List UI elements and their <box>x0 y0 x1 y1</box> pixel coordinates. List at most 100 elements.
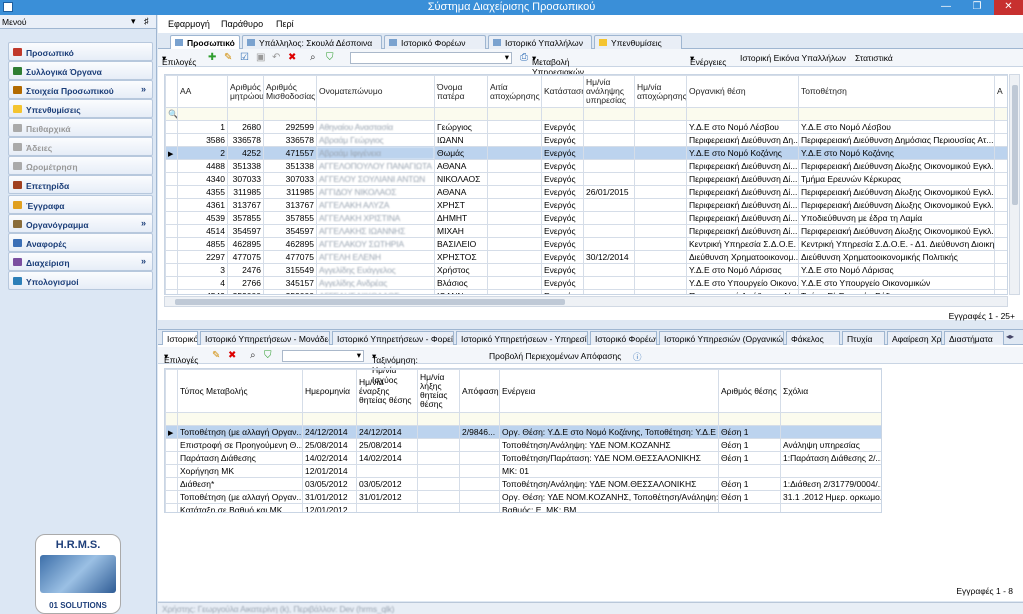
options-menu[interactable]: Επιλογές ▾ <box>162 53 196 67</box>
menu-window[interactable]: Παράθυρο <box>221 19 263 29</box>
filter-cell[interactable] <box>356 412 418 426</box>
delete-icon[interactable]: ✖ <box>228 351 238 361</box>
filter-icon[interactable]: ⛉ <box>264 351 274 361</box>
nav-discipline[interactable]: Πειθαρχικά <box>8 118 153 137</box>
row-indicator[interactable] <box>165 438 178 452</box>
column-header[interactable]: Όνομα πατέρα <box>434 75 488 108</box>
column-header[interactable]: Ημερομηνία <box>302 369 357 413</box>
nav-folder[interactable]: Έγγραφα <box>8 195 153 214</box>
filter-search-icon[interactable]: 🔍 <box>165 107 178 121</box>
column-header[interactable]: Ενέργεια <box>499 369 719 413</box>
history-tab[interactable]: Ιστορικό Φορέων <box>590 331 657 345</box>
row-indicator[interactable] <box>165 464 178 478</box>
filter-icon[interactable]: ⛉ <box>326 53 336 63</box>
actions-menu[interactable]: Ενέργειες ▾ <box>690 53 726 67</box>
column-header[interactable]: Αιτία αποχώρησης <box>487 75 542 108</box>
nav-admin[interactable]: Διαχείριση » <box>8 252 153 271</box>
table-row[interactable]: 4340 307033 307033 ΑΓΓΕΛΟΥ ΣΟΥΛΙΑΝΙ ΑΝΤΩΝ ΝΙ… <box>165 172 1007 186</box>
nav-clock[interactable]: Ωρομέτρηση <box>8 156 153 175</box>
chevron-expand-icon[interactable]: » <box>141 218 146 228</box>
filter-cell[interactable] <box>487 107 542 121</box>
history-tab[interactable]: Αφαίρεση Χρόνου <box>887 331 942 345</box>
table-row[interactable]: ▶ Τοποθέτηση (με αλλαγή Οργαν... 24/12/201… <box>165 425 881 439</box>
dropdown-icon[interactable]: ▾ <box>131 16 136 27</box>
filter-cell[interactable] <box>434 107 488 121</box>
sort-menu[interactable]: Ταξινόμηση: Ημ/νία Ισχύος ▾ <box>372 351 418 385</box>
history-tab[interactable]: Ιστορικό <box>162 331 198 345</box>
tab-employee-history[interactable]: Ιστορικό Υπαλλήλων <box>488 35 592 49</box>
column-header[interactable]: Απόφαση <box>459 369 500 413</box>
filter-cell[interactable] <box>417 412 460 426</box>
column-header[interactable]: Ημ/νία αποχώρησης <box>634 75 687 108</box>
row-indicator[interactable] <box>165 120 178 134</box>
menu-about[interactable]: Περί <box>276 19 294 29</box>
close-icon[interactable]: ✕ <box>994 0 1023 15</box>
filter-cell[interactable] <box>227 107 264 121</box>
edit-form-icon[interactable]: ☑ <box>240 53 250 63</box>
tab-employee[interactable]: Υπάλληλος: Σκουλά Δέσποινα <box>242 35 382 49</box>
row-indicator[interactable] <box>165 263 178 277</box>
filter-cell[interactable] <box>994 107 1007 121</box>
statistics-button[interactable]: Στατιστικά <box>855 53 893 63</box>
save-icon[interactable]: ▣ <box>256 53 266 63</box>
row-indicator[interactable]: ▶ <box>165 425 178 439</box>
filter-cell[interactable] <box>499 412 719 426</box>
column-header[interactable]: Ημ/νία λήξης θητείας θέσης <box>417 369 460 413</box>
table-row[interactable]: 4549359000359000ΑΓΓΕΛΗΣ ΝΙΚΟΛΑΟΣΙΩΑΝΝΕνε… <box>165 289 1007 294</box>
search-icon[interactable]: ⌕ <box>310 53 320 63</box>
table-row[interactable]: Κατάταξη σε Βαθμό και ΜΚ 12/01/2012 Βαθμός… <box>165 503 881 512</box>
filter-cell[interactable] <box>302 412 357 426</box>
show-contents-button[interactable]: Προβολή Περιεχομένων Απόφασης <box>489 351 621 361</box>
filter-cell[interactable] <box>263 107 317 121</box>
filter-cell[interactable] <box>686 107 799 121</box>
add-icon[interactable]: ✚ <box>208 53 218 63</box>
row-indicator[interactable] <box>165 490 178 504</box>
row-indicator[interactable] <box>165 224 178 238</box>
delete-icon[interactable]: ✖ <box>288 53 298 63</box>
filter-cell[interactable] <box>718 412 781 426</box>
row-indicator[interactable] <box>165 289 178 294</box>
history-search-combo[interactable]: ▾ <box>282 350 364 362</box>
row-indicator[interactable] <box>165 133 178 147</box>
row-indicator[interactable] <box>165 185 178 199</box>
table-row[interactable]: 4 2766 345157 Αγγελίδης Ανδρέας Βλάσιος Ενεργ… <box>165 276 1007 290</box>
filter-cell[interactable] <box>541 107 584 121</box>
column-header[interactable]: Αριθμός Μισθοδοσίας <box>263 75 317 108</box>
column-header[interactable]: Οργανική θέση <box>686 75 799 108</box>
edit-icon[interactable]: ✎ <box>212 351 222 361</box>
nav-reports[interactable]: Αναφορές <box>8 233 153 252</box>
nav-leave[interactable]: Άδειες <box>8 137 153 156</box>
filter-cell[interactable] <box>780 412 881 426</box>
table-row[interactable]: Παράταση Διάθεσης 14/02/2014 14/02/2014 Τοπ… <box>165 451 881 465</box>
history-tab[interactable]: Ιστορικό Υπηρετήσεων - Μονάδες <box>200 331 330 345</box>
nav-records[interactable]: Στοιχεία Προσωπικού » <box>8 80 153 99</box>
nav-personnel[interactable]: Προσωπικό <box>8 42 153 61</box>
nav-book[interactable]: Επετηρίδα <box>8 175 153 194</box>
chevron-expand-icon[interactable]: » <box>141 256 146 266</box>
table-row[interactable]: 4355 311985 311985 ΑΓΓΙΔΟΥ ΝΙΚΟΛΑΟΣ ΑΘΑΝΑ Ενε… <box>165 185 1007 199</box>
row-indicator[interactable] <box>165 237 178 251</box>
column-header[interactable]: Αριθμός θέσης <box>718 369 781 413</box>
row-indicator[interactable] <box>165 250 178 264</box>
row-indicator[interactable] <box>165 451 178 465</box>
filter-cell[interactable] <box>177 107 228 121</box>
nav-bodies[interactable]: Συλλογικά Όργανα <box>8 61 153 80</box>
column-header[interactable]: Ονοματεπώνυμο <box>316 75 435 108</box>
menu-app[interactable]: Εφαρμογή <box>168 19 210 29</box>
tab-entity-history[interactable]: Ιστορικό Φορέων <box>384 35 486 49</box>
grid-filter-row[interactable]: 🔍 <box>165 107 1007 121</box>
search-icon[interactable]: ⌕ <box>250 351 260 361</box>
filter-cell[interactable] <box>177 412 303 426</box>
history-tab[interactable]: Ιστορικό Υπηρετήσεων - Υπηρεσίες <box>456 331 588 345</box>
filter-cell[interactable] <box>634 107 687 121</box>
row-indicator[interactable] <box>165 159 178 173</box>
table-row[interactable]: 4855 462895 462895 ΑΓΓΕΛΑΚΟΥ ΣΩΤΗΡΙΑ ΒΑΣΙΛΕΙ… <box>165 237 1007 251</box>
column-header[interactable]: Τοποθέτηση <box>798 75 995 108</box>
row-indicator[interactable] <box>165 211 178 225</box>
row-indicator[interactable] <box>165 477 178 491</box>
info-icon[interactable]: ⓘ <box>633 351 642 363</box>
filter-cell[interactable] <box>798 107 995 121</box>
column-header[interactable]: Τύπος Μεταβολής <box>177 369 303 413</box>
minimize-icon[interactable]: — <box>935 0 957 15</box>
filter-cell[interactable] <box>165 412 178 426</box>
